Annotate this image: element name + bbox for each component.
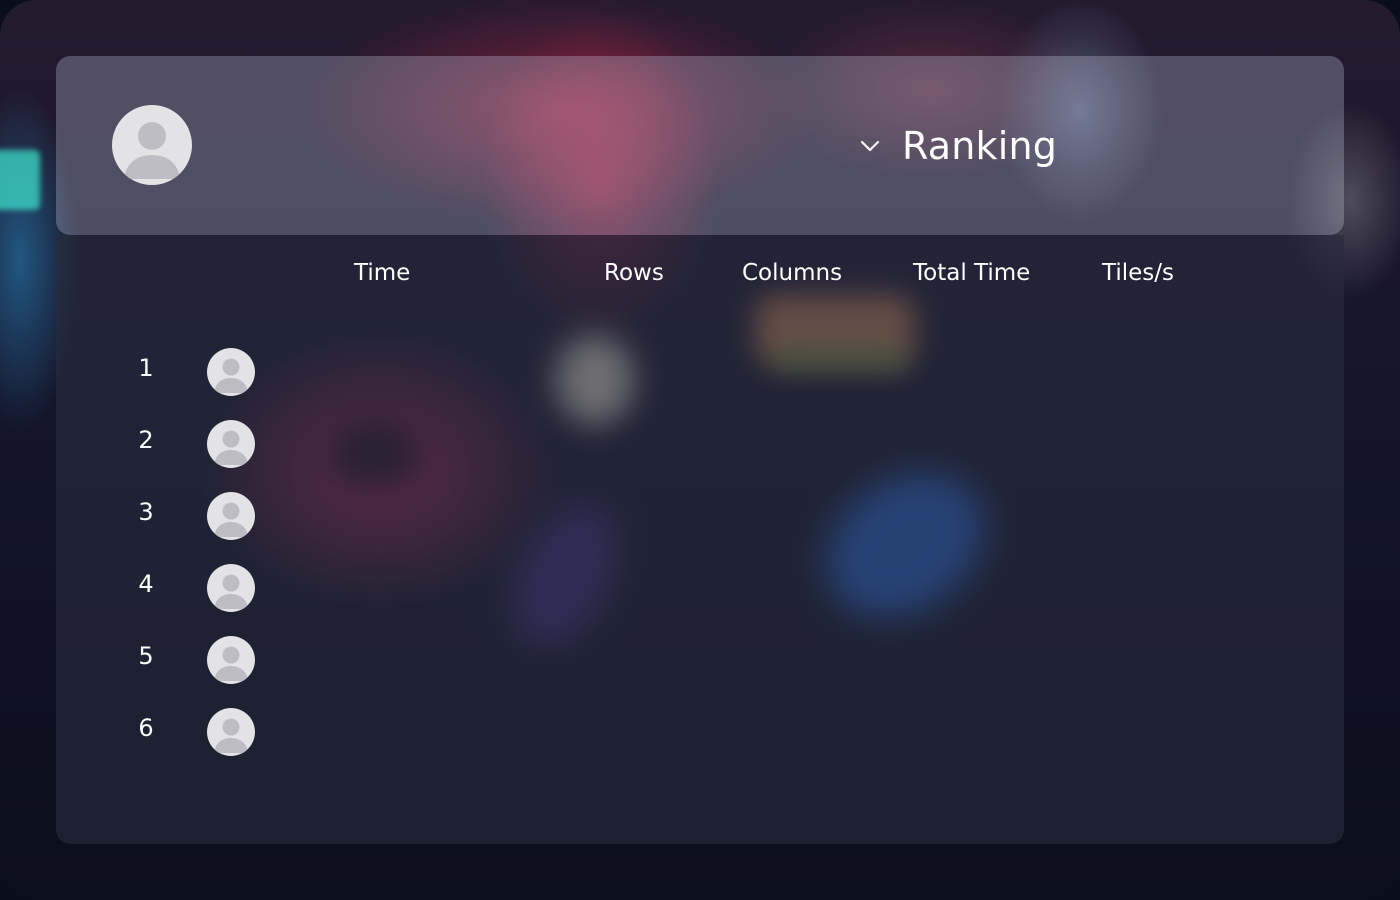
table-row[interactable]: 4 — [56, 558, 1344, 618]
table-row[interactable]: 1 — [56, 342, 1344, 402]
table-row[interactable]: 2 — [56, 414, 1344, 474]
table-row[interactable]: 6 — [56, 702, 1344, 762]
column-header-time[interactable]: Time — [354, 260, 410, 286]
player-avatar-icon — [207, 636, 255, 684]
player-avatar-icon — [207, 492, 255, 540]
column-header-columns[interactable]: Columns — [742, 260, 842, 286]
player-avatar-icon — [207, 564, 255, 612]
table-row[interactable]: 3 — [56, 486, 1344, 546]
rank-number: 3 — [138, 498, 154, 526]
rank-number: 1 — [138, 354, 154, 382]
wallpaper-light-spot — [0, 150, 40, 210]
rank-number: 6 — [138, 714, 154, 742]
table-row[interactable]: 5 — [56, 630, 1344, 690]
player-avatar-icon — [207, 420, 255, 468]
column-header-tiles-per-second[interactable]: Tiles/s — [1102, 260, 1174, 286]
rank-number: 5 — [138, 642, 154, 670]
ranking-header: Ranking — [56, 56, 1344, 235]
default-avatar-icon — [124, 122, 180, 179]
column-header-total-time[interactable]: Total Time — [913, 260, 1030, 286]
column-header-rows[interactable]: Rows — [604, 260, 664, 286]
page-title: Ranking — [902, 124, 1058, 168]
rank-number: 4 — [138, 570, 154, 598]
app-window: Ranking Time Rows Columns Total Time Til… — [0, 0, 1400, 900]
chevron-down-icon[interactable] — [856, 132, 884, 160]
player-avatar-icon — [207, 708, 255, 756]
player-avatar-icon — [207, 348, 255, 396]
ranking-dropdown[interactable]: Ranking — [856, 118, 1057, 174]
ranking-panel: Ranking Time Rows Columns Total Time Til… — [56, 56, 1344, 844]
user-avatar-icon[interactable] — [112, 105, 192, 185]
rank-number: 2 — [138, 426, 154, 454]
